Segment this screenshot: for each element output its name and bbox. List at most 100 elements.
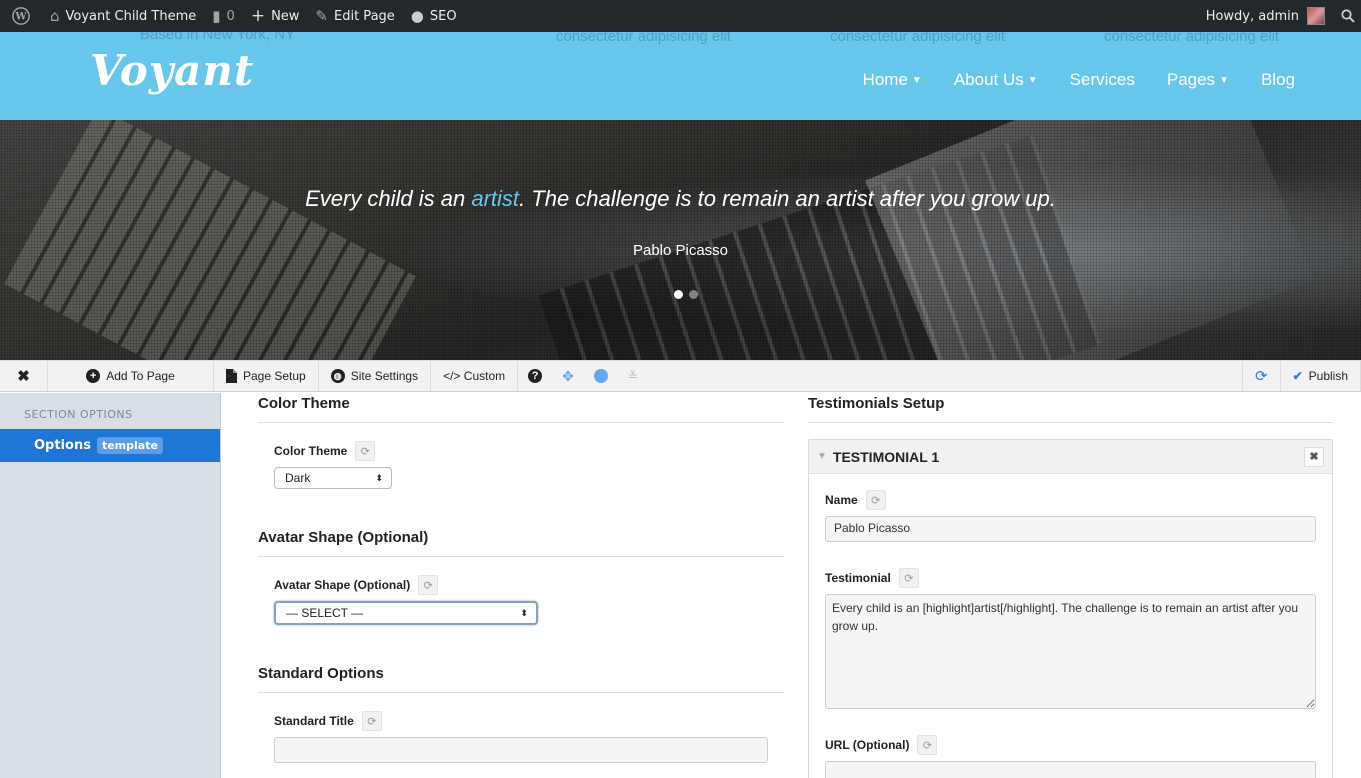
- ghost-text: consectetur adipisicing elit: [556, 32, 732, 45]
- testimonial-item-body: Name ⟳ Pablo Picasso Testimonial ⟳ Every…: [809, 474, 1332, 778]
- admin-bar: W ⌂ Voyant Child Theme ▮ 0 + New ✎ Edit …: [0, 0, 1361, 32]
- checkmark-icon: ✔: [1292, 369, 1303, 383]
- refresh-icon: ⟳: [1255, 368, 1268, 385]
- ghost-text: consectetur adipisicing elit: [1104, 32, 1280, 45]
- question-icon: ?: [528, 369, 543, 383]
- svg-text:W: W: [14, 12, 27, 23]
- plus-icon: +: [250, 6, 266, 26]
- spacing-button[interactable]: ≚: [618, 361, 648, 391]
- color-theme-select[interactable]: Dark ⬍: [274, 467, 392, 489]
- sidebar-item-label: Options: [34, 438, 91, 453]
- color-button[interactable]: [584, 361, 618, 391]
- testimonial-item-title: TESTIMONIAL 1: [832, 448, 940, 465]
- page-builder-toolbar: ✖ + Add To Page Page Setup ◍ Site Settin…: [0, 360, 1361, 392]
- reset-icon[interactable]: ⟳: [418, 575, 439, 595]
- crosshair-icon: ✥: [562, 367, 574, 384]
- quote-text-after: . The challenge is to remain an artist a…: [519, 186, 1056, 211]
- url-label-row: URL (Optional) ⟳: [825, 735, 1316, 755]
- nav-item-label: Pages: [1166, 70, 1216, 89]
- sidebar-item-options[interactable]: Options template: [0, 429, 220, 462]
- standard-title-input[interactable]: [274, 737, 768, 763]
- custom-label: </> Custom: [443, 369, 506, 383]
- site-settings-button[interactable]: ◍ Site Settings: [319, 361, 432, 391]
- help-button[interactable]: ?: [518, 361, 552, 391]
- seo-status-icon: ●: [410, 7, 424, 25]
- home-icon: ⌂: [50, 7, 60, 25]
- add-to-page-button[interactable]: + Add To Page: [48, 361, 214, 391]
- reset-icon[interactable]: ⟳: [361, 711, 382, 731]
- slider-pagination: [674, 290, 698, 299]
- slider-dot[interactable]: [674, 290, 683, 299]
- nav-item-label: Home: [862, 70, 908, 89]
- search-icon[interactable]: [1333, 0, 1361, 32]
- seo-link[interactable]: ● SEO: [403, 0, 465, 32]
- avatar-shape-section-title: Avatar Shape (Optional): [258, 529, 784, 557]
- edit-page-link[interactable]: ✎ Edit Page: [307, 0, 402, 32]
- howdy-text: Howdy, admin: [1205, 8, 1299, 24]
- new-content-link[interactable]: + New: [243, 0, 308, 32]
- remove-item-button[interactable]: ✖: [1304, 446, 1324, 467]
- color-theme-label: Color Theme: [274, 444, 348, 458]
- color-theme-value: Dark: [285, 471, 311, 485]
- nav-item-label: Blog: [1260, 70, 1295, 89]
- site-settings-label: Site Settings: [350, 369, 419, 383]
- new-label: New: [271, 8, 300, 24]
- close-button[interactable]: ✖: [0, 361, 48, 391]
- nav-item-home[interactable]: Home ▼: [863, 70, 922, 90]
- site-header: Based in New York, NY consectetur adipis…: [0, 32, 1361, 120]
- ghost-text: consectetur adipisicing elit: [830, 32, 1006, 45]
- nav-item-about-us[interactable]: About Us ▼: [954, 70, 1038, 90]
- refresh-button[interactable]: ⟳: [1242, 361, 1281, 391]
- comments-link[interactable]: ▮ 0: [204, 0, 243, 32]
- plus-circle-icon: +: [86, 369, 101, 383]
- nav-item-blog[interactable]: Blog: [1261, 70, 1295, 90]
- slider-dot[interactable]: [689, 290, 698, 299]
- avatar-shape-select[interactable]: — SELECT — ⬍: [274, 601, 538, 625]
- name-input[interactable]: Pablo Picasso: [825, 516, 1316, 542]
- hero-slider: Every child is an artist. The challenge …: [0, 120, 1361, 360]
- template-badge: template: [96, 437, 163, 454]
- avatar-shape-label: Avatar Shape (Optional): [274, 578, 411, 592]
- sidebar-heading: SECTION OPTIONS: [24, 408, 133, 421]
- standard-title-label: Standard Title: [274, 714, 354, 728]
- reset-icon[interactable]: ⟳: [355, 441, 376, 461]
- standard-options-section-title: Standard Options: [258, 665, 784, 693]
- comment-icon: ▮: [212, 7, 221, 25]
- page-setup-button[interactable]: Page Setup: [214, 361, 319, 391]
- testimonial-textarea[interactable]: Every child is an [highlight]artist[/hig…: [825, 594, 1316, 709]
- reset-icon[interactable]: ⟳: [917, 735, 938, 755]
- move-button[interactable]: ✥: [552, 361, 584, 391]
- standard-title-field: Standard Title ⟳: [258, 711, 784, 763]
- add-to-page-label: Add To Page: [106, 369, 175, 383]
- publish-label: Publish: [1308, 369, 1348, 383]
- publish-button[interactable]: ✔ Publish: [1281, 361, 1361, 391]
- edit-label: Edit Page: [334, 8, 395, 24]
- sliders-icon: ≚: [627, 369, 638, 383]
- my-account-link[interactable]: Howdy, admin: [1198, 0, 1333, 32]
- color-theme-section-title: Color Theme: [258, 395, 784, 423]
- testimonial-item: ▼ TESTIMONIAL 1 ✖ Name ⟳ Pablo Picasso T…: [808, 439, 1333, 778]
- nav-item-label: About Us: [953, 70, 1024, 89]
- site-logo[interactable]: Voyant: [90, 46, 254, 95]
- avatar-shape-field: Avatar Shape (Optional) ⟳ — SELECT — ⬍: [258, 575, 784, 625]
- caret-down-icon: ▼: [1219, 74, 1229, 86]
- wordpress-logo-icon[interactable]: W: [0, 0, 42, 32]
- reset-icon[interactable]: ⟳: [898, 568, 919, 588]
- testimonial-item-header[interactable]: ▼ TESTIMONIAL 1 ✖: [809, 440, 1332, 474]
- globe-icon: ◍: [330, 369, 345, 383]
- reset-icon[interactable]: ⟳: [865, 490, 886, 510]
- page-setup-label: Page Setup: [243, 369, 306, 383]
- custom-code-button[interactable]: </> Custom: [431, 361, 519, 391]
- avatar: [1307, 7, 1325, 25]
- collapse-triangle-icon: ▼: [817, 451, 827, 462]
- site-name-link[interactable]: ⌂ Voyant Child Theme: [42, 0, 204, 32]
- url-input[interactable]: [825, 761, 1316, 778]
- standard-title-label-row: Standard Title ⟳: [274, 711, 784, 731]
- hero-overlay: [0, 120, 1361, 360]
- caret-down-icon: ▼: [911, 74, 922, 86]
- circle-icon: [593, 369, 608, 383]
- nav-item-pages[interactable]: Pages ▼: [1167, 70, 1229, 90]
- nav-item-services[interactable]: Services: [1070, 70, 1135, 90]
- select-arrows-icon: ⬍: [520, 607, 528, 618]
